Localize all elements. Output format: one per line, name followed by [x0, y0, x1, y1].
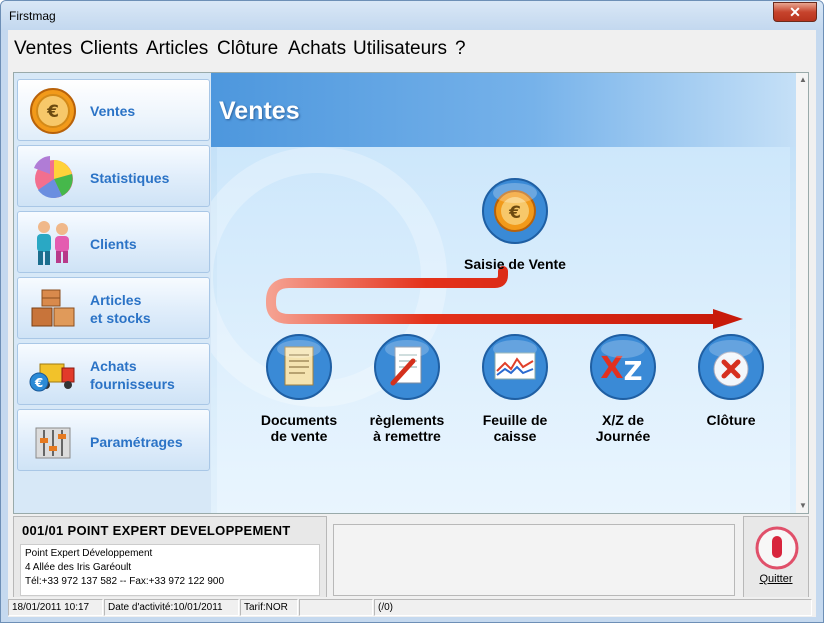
sidebar-item-achats[interactable]: € Achats fournisseurs	[17, 343, 210, 405]
svg-text:€: €	[34, 376, 43, 390]
status-activity-date: Date d'activité:10/01/2011	[104, 599, 239, 616]
feuille-de-caisse-button[interactable]: Feuille de caisse	[455, 333, 575, 444]
window-close-button[interactable]: ✕	[773, 2, 817, 22]
documents-de-vente-button[interactable]: Documents de vente	[239, 333, 359, 444]
quitter-button[interactable]: Quitter	[743, 516, 809, 598]
sidebar-item-ventes[interactable]: € Ventes	[17, 79, 210, 141]
sidebar-item-label: Clients	[90, 236, 137, 252]
quit-label: Quitter	[759, 573, 793, 585]
action-label: Clôture	[706, 412, 756, 428]
notes-area	[333, 524, 735, 596]
status-bar: 18/01/2011 10:17 Date d'activité:10/01/2…	[8, 597, 816, 617]
menu-articles[interactable]: Articles	[146, 38, 208, 60]
chart-sheet-icon	[482, 334, 548, 400]
action-label: caisse	[493, 428, 537, 444]
sidebar-item-label: Paramétrages	[90, 434, 183, 450]
close-circle-icon	[698, 334, 764, 400]
title-bar: Firstmag ✕	[1, 1, 823, 30]
sidebar-item-label: fournisseurs	[90, 376, 175, 392]
sidebar-item-label: et stocks	[90, 310, 151, 326]
page-title: Ventes	[219, 97, 300, 125]
sidebar: € Ventes Statistiques Clients Articles e…	[14, 73, 211, 513]
reglements-a-remettre-button[interactable]: règlements à remettre	[347, 333, 467, 444]
sidebar-item-label: Statistiques	[90, 170, 170, 186]
sidebar-item-articles[interactable]: Articles et stocks	[17, 277, 210, 339]
menu-utilisateurs[interactable]: Utilisateurs	[353, 38, 447, 60]
vertical-scrollbar[interactable]: ▲ ▼	[796, 73, 808, 513]
main-content: € Ventes Statistiques Clients Articles e…	[13, 72, 809, 514]
company-address: Point Expert Développement 4 Allée des I…	[20, 544, 320, 596]
company-info: 001/01 POINT EXPERT DEVELOPPEMENT Point …	[13, 516, 327, 598]
menu-ventes[interactable]: Ventes	[14, 38, 72, 60]
panel-body: € Saisie de Vente Documents de vente règ…	[211, 147, 791, 513]
saisie-de-vente-button[interactable]: € Saisie de Vente	[455, 177, 575, 272]
menu-cloture[interactable]: Clôture	[217, 38, 278, 60]
scroll-down-icon[interactable]: ▼	[796, 499, 808, 513]
panel-header: Ventes	[211, 73, 796, 147]
action-label: Journée	[595, 428, 651, 444]
status-empty	[299, 599, 373, 616]
footer-panel: 001/01 POINT EXPERT DEVELOPPEMENT Point …	[13, 516, 809, 600]
action-label: X/Z de	[601, 412, 644, 428]
truck-icon: €	[29, 363, 75, 392]
ventes-panel: Ventes € Saisie de Vente Documents de ve…	[211, 73, 796, 513]
application-window: Firstmag ✕ Ventes Clients Articles Clôtu…	[0, 0, 824, 623]
xz-de-journee-button[interactable]: X Z X/Z de Journée	[563, 333, 683, 444]
menu-clients[interactable]: Clients	[80, 38, 138, 60]
window-title: Firstmag	[9, 9, 56, 23]
action-label: règlements	[369, 412, 445, 428]
address-line: Point Expert Développement	[25, 548, 153, 559]
xz-icon: X Z	[590, 334, 656, 400]
address-line: Tél:+33 972 137 582 -- Fax:+33 972 122 9…	[25, 576, 225, 587]
status-counter: (/0)	[374, 599, 812, 616]
sidebar-item-label: Articles	[90, 292, 142, 308]
svg-text:Z: Z	[624, 357, 643, 387]
euro-coin-icon: €	[482, 178, 548, 244]
sidebar-item-label: Achats	[90, 358, 137, 374]
boxes-icon	[31, 289, 75, 327]
action-label: Documents	[260, 412, 338, 428]
euro-coin-icon: €	[30, 88, 76, 134]
pie-chart-icon	[34, 156, 73, 199]
action-label: à remettre	[373, 428, 441, 444]
company-name: 001/01 POINT EXPERT DEVELOPPEMENT	[22, 523, 291, 538]
sidebar-item-clients[interactable]: Clients	[17, 211, 210, 273]
power-icon	[755, 526, 799, 570]
cloture-button[interactable]: Clôture	[671, 333, 791, 428]
sliders-icon	[35, 427, 71, 459]
action-label: de vente	[270, 428, 328, 444]
document-scroll-icon	[266, 334, 332, 400]
address-line: 4 Allée des Iris Garéoult	[25, 562, 132, 573]
action-label: Feuille de	[482, 412, 548, 428]
action-label: Saisie de Vente	[464, 256, 566, 272]
receipt-pen-icon	[374, 334, 440, 400]
sidebar-item-statistiques[interactable]: Statistiques	[17, 145, 210, 207]
menu-help[interactable]: ?	[455, 38, 466, 60]
svg-text:€: €	[508, 203, 521, 223]
people-icon	[37, 221, 69, 265]
menu-bar: Ventes Clients Articles Clôture Achats U…	[8, 30, 816, 70]
scroll-up-icon[interactable]: ▲	[796, 73, 808, 87]
client-area: Ventes Clients Articles Clôture Achats U…	[8, 30, 816, 617]
sidebar-item-parametrages[interactable]: Paramétrages	[17, 409, 210, 471]
sidebar-item-label: Ventes	[90, 103, 136, 119]
svg-text:€: €	[46, 102, 59, 122]
status-tarif: Tarif:NOR	[240, 599, 298, 616]
status-datetime: 18/01/2011 10:17	[8, 599, 103, 616]
menu-achats[interactable]: Achats	[288, 38, 346, 60]
